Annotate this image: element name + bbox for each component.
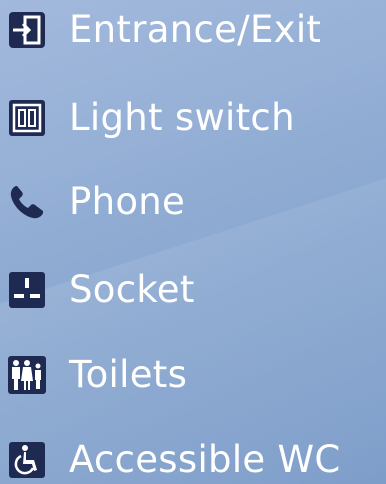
legend-item-accessible-wc: Accessible WC [5, 438, 341, 482]
legend-label: Socket [69, 268, 195, 311]
legend-item-light-switch: Light switch [5, 96, 295, 140]
legend-label: Accessible WC [69, 438, 341, 481]
socket-icon [5, 268, 49, 312]
light-switch-icon [5, 96, 49, 140]
legend-label: Phone [69, 180, 186, 223]
legend-label: Toilets [69, 353, 188, 396]
toilets-icon [5, 353, 49, 397]
entrance-exit-icon [5, 8, 49, 52]
legend-label: Light switch [69, 96, 295, 139]
accessible-wc-icon [5, 438, 49, 482]
legend-item-socket: Socket [5, 268, 195, 312]
legend-item-toilets: Toilets [5, 353, 187, 397]
legend-item-phone: Phone [5, 180, 185, 224]
phone-icon [5, 180, 49, 224]
legend-item-entrance-exit: Entrance/Exit [5, 8, 321, 52]
legend-label: Entrance/Exit [69, 8, 322, 51]
icon-legend: Entrance/Exit Light switch Phone Socket … [0, 0, 386, 484]
